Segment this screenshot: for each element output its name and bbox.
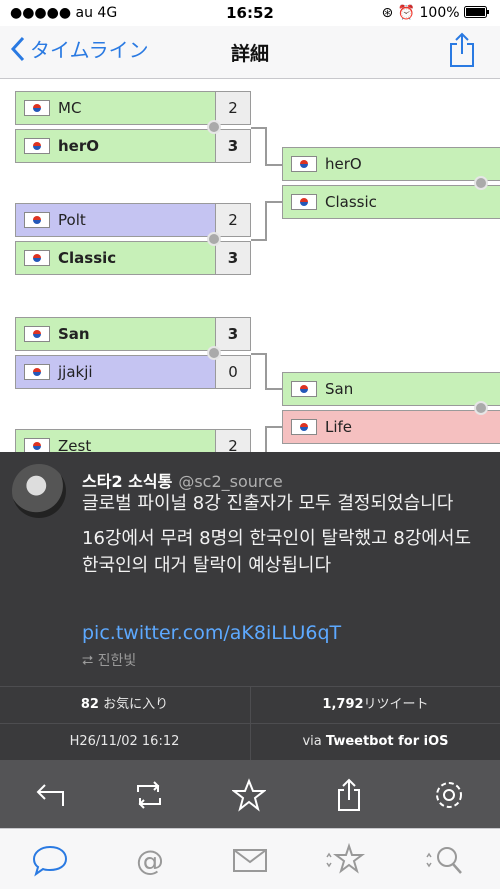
retweets-count: 1,792 [322, 697, 364, 712]
tweet-client[interactable]: via Tweetbot for iOS [250, 724, 500, 760]
reply-icon[interactable] [33, 778, 67, 812]
share-icon [450, 32, 474, 67]
battery-icon [464, 6, 489, 18]
player-score: 2 [215, 92, 250, 124]
via-label: via [302, 734, 322, 749]
bracket-node-icon [207, 346, 221, 360]
bracket-connector [265, 201, 282, 203]
tweet-line: 16강에서 무려 8명의 한국인이 탈락했고 8강에서도 한국인의 대거 탈락이… [82, 528, 472, 576]
retweet-small-icon: ⮂ [82, 653, 94, 669]
settings-icon[interactable] [432, 778, 466, 812]
korea-flag-icon [24, 438, 50, 453]
korea-flag-icon [291, 381, 317, 397]
korea-flag-icon [24, 212, 50, 228]
battery-status: ⊛ ⏰ 100% [381, 5, 490, 21]
bracket-node-icon [474, 401, 488, 415]
player-score: 3 [215, 242, 250, 274]
client-name: Tweetbot for iOS [325, 734, 449, 749]
tweet-line: 글로벌 파이널 8강 진출자가 모두 결정되었습니다 [82, 493, 454, 514]
bracket-node-icon [474, 176, 488, 190]
bracket-slot[interactable]: herO [282, 147, 500, 181]
korea-flag-icon [24, 364, 50, 380]
mentions-icon[interactable]: @ [130, 843, 170, 877]
tournament-bracket: MC 2 herO 3 Polt 2 Classic 3 San 3 jjakj… [0, 79, 500, 453]
bracket-slot[interactable]: Classic [282, 185, 500, 219]
svg-text:@: @ [136, 844, 164, 877]
tweet-media-link[interactable]: pic.twitter.com/aK8iLLU6qT [82, 622, 341, 644]
player-score: 3 [215, 130, 250, 162]
search-icon[interactable] [425, 843, 465, 877]
retweeter-name: 진한빛 [97, 653, 137, 669]
retweets-count-button[interactable]: 1,792リツイート [250, 687, 500, 723]
bracket-connector [265, 388, 282, 390]
bracket-node-icon [207, 120, 221, 134]
tweet-meta-row: H26/11/02 16:12 via Tweetbot for iOS [0, 723, 500, 760]
korea-flag-icon [291, 419, 317, 435]
korea-flag-icon [24, 100, 50, 116]
favorites-icon[interactable] [325, 843, 365, 877]
bracket-connector [251, 239, 266, 241]
messages-icon[interactable] [230, 843, 270, 877]
tweet-text: 글로벌 파이널 8강 진출자가 모두 결정되었습니다 16강에서 무려 8명의 … [82, 490, 488, 587]
player-score: 0 [215, 356, 250, 388]
retweeted-by: ⮂ 진한빛 [82, 650, 136, 670]
status-bar: ●●●●● au 4G 16:52 ⊛ ⏰ 100% [0, 0, 500, 26]
share-button[interactable] [448, 32, 476, 72]
bracket-connector [265, 164, 282, 166]
player-name: San [325, 380, 354, 398]
bracket-connector [265, 426, 267, 453]
bracket-connector [265, 426, 282, 428]
bracket-connector [251, 127, 266, 129]
page-title: 詳細 [230, 43, 269, 65]
retweet-icon[interactable] [132, 778, 166, 812]
bracket-slot[interactable]: Classic 3 [15, 241, 251, 275]
author-name: 스타2 소식통 [82, 472, 173, 491]
bracket-slot[interactable]: herO 3 [15, 129, 251, 163]
bracket-slot[interactable]: Zest 2 [15, 429, 251, 453]
favorites-count-button[interactable]: 82 お気に入り [0, 687, 249, 723]
favorites-count: 82 [80, 697, 99, 712]
retweets-label: リツイート [363, 697, 429, 712]
bracket-slot[interactable]: Life [282, 410, 500, 444]
player-name: Classic [325, 193, 377, 211]
bracket-connector [265, 353, 267, 389]
favorites-label: お気に入り [103, 697, 169, 712]
korea-flag-icon [291, 194, 317, 210]
player-name: herO [325, 155, 362, 173]
navigation-bar: タイムライン 詳細 [0, 26, 500, 79]
tweet-stats-row: 82 お気に入り 1,792リツイート [0, 686, 500, 723]
bracket-connector [265, 201, 267, 241]
player-score: 3 [215, 318, 250, 350]
player-score: 2 [215, 430, 250, 453]
alarm-icon: ⏰ [397, 5, 416, 21]
rotation-lock-icon: ⊛ [381, 5, 394, 21]
bracket-node-icon [207, 232, 221, 246]
korea-flag-icon [24, 250, 50, 266]
korea-flag-icon [24, 138, 50, 154]
bracket-slot[interactable]: jjakji 0 [15, 355, 251, 389]
timeline-icon[interactable] [30, 843, 70, 877]
tweet-date: H26/11/02 16:12 [69, 734, 180, 749]
favorite-icon[interactable] [232, 778, 266, 812]
author-handle: @sc2_source [178, 472, 283, 491]
korea-flag-icon [291, 156, 317, 172]
player-name: Life [325, 418, 353, 436]
tweet-author[interactable]: 스타2 소식통 @sc2_source [82, 468, 283, 492]
tab-bar: @ [0, 828, 500, 889]
bracket-slot[interactable]: San [282, 372, 500, 406]
player-score: 2 [215, 204, 250, 236]
tweet-detail-panel: 스타2 소식통 @sc2_source 글로벌 파이널 8강 진출자가 모두 결정… [0, 452, 500, 828]
korea-flag-icon [24, 326, 50, 342]
share-icon[interactable] [332, 778, 366, 812]
tweet-action-toolbar [0, 760, 500, 828]
avatar[interactable] [12, 464, 66, 518]
bracket-connector [251, 353, 266, 355]
bracket-connector [265, 127, 267, 165]
battery-percent: 100% [419, 5, 460, 21]
